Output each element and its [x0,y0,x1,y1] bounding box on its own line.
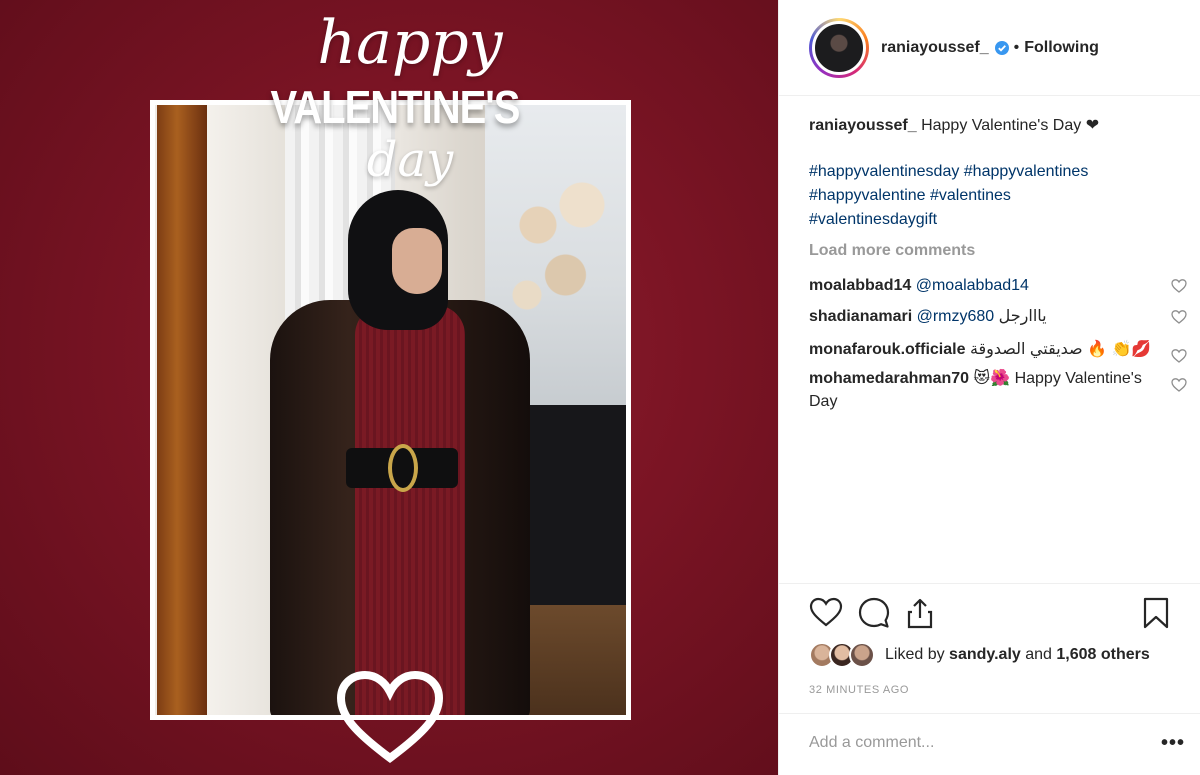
hashtag-line[interactable]: #happyvalentine #valentines [809,184,1189,208]
header-separator: • [1013,38,1020,56]
photo-frame [150,100,631,720]
comment-like-heart-icon[interactable] [1171,309,1187,325]
comment-text: صديقتي الصدوقة 🔥 👏💋 [969,341,1152,358]
hashtag-line[interactable]: #valentinesdaygift [809,208,1189,232]
comments-list: raniayoussef_ Happy Valentine's Day ❤ #h… [809,114,1189,413]
caption-hashtags: #happyvalentinesday #happyvalentines #ha… [809,160,1189,232]
liker-avatars[interactable] [809,642,877,668]
comment-username[interactable]: mohamedarahman70 [809,370,969,387]
red-dress [355,305,465,715]
comment-username[interactable]: moalabbad14 [809,277,911,294]
post-actions-section: Liked by sandy.aly and 1,608 others 32 M… [779,583,1200,696]
woman-figure [260,190,540,715]
post-timestamp[interactable]: 32 MINUTES AGO [809,684,909,696]
comment-mention[interactable]: @moalabbad14 [916,277,1029,294]
action-bar [805,596,1175,632]
comment-item: moalabbad14 @moalabbad14 [809,274,1189,297]
title-valentines: VALENTINE'S [270,82,521,134]
title-day: day [366,132,454,188]
likes-prefix: Liked by [885,646,945,663]
comment-bubble-icon[interactable] [857,596,891,630]
add-comment-bar: Add a comment... ••• [779,713,1200,775]
face [392,228,442,294]
comment-username[interactable]: monafarouk.officiale [809,341,965,358]
avatar[interactable] [812,20,866,75]
comment-username[interactable]: shadianamari [809,308,912,325]
header-username[interactable]: raniayoussef_ [881,39,989,57]
more-options-icon[interactable]: ••• [1161,732,1185,755]
comment-text: يااارجل [998,308,1047,325]
wood-panel [157,105,207,715]
post-caption: raniayoussef_ Happy Valentine's Day ❤ [809,114,1189,137]
likes-others[interactable]: 1,608 others [1056,646,1149,664]
add-comment-input[interactable]: Add a comment... [809,734,934,752]
post-header: raniayoussef_ • Following [779,0,1200,96]
verified-badge-icon [994,40,1009,55]
comment-item: mohamedarahman70 😻🌺 Happy Valentine's Da… [809,367,1189,413]
caption-username[interactable]: raniayoussef_ [809,117,917,134]
story-ring[interactable] [809,17,869,78]
title-happy: happy [317,8,503,78]
comment-item: monafarouk.officiale صديقتي الصدوقة 🔥 👏💋 [809,338,1189,364]
following-button[interactable]: Following [1024,39,1099,57]
likes-summary: Liked by sandy.aly and 1,608 others [809,642,1150,668]
share-icon[interactable] [903,596,937,630]
comment-item: shadianamari @rmzy680 يااارجل [809,305,1189,328]
likes-joiner: and [1025,646,1052,663]
caption-text: Happy Valentine's Day ❤ [921,117,1100,134]
like-heart-icon[interactable] [809,596,843,630]
comment-like-heart-icon[interactable] [1171,278,1187,294]
liker-avatar [849,642,875,668]
heart-frame-icon [336,670,444,763]
comment-like-heart-icon[interactable] [1171,348,1187,364]
likes-user[interactable]: sandy.aly [949,646,1021,664]
post-side-panel: raniayoussef_ • Following raniayoussef_ … [778,0,1200,775]
instagram-post: happy VALENTINE'S day raniayoussef_ • Fo… [0,0,1200,775]
bookmark-icon[interactable] [1139,596,1173,630]
hashtag-line[interactable]: #happyvalentinesday #happyvalentines [809,160,1189,184]
comment-like-heart-icon[interactable] [1171,377,1187,393]
load-more-comments-button[interactable]: Load more comments [809,242,1189,260]
belt-buckle [388,444,418,492]
post-image[interactable]: happy VALENTINE'S day [0,0,778,775]
comment-mention[interactable]: @rmzy680 [917,308,995,325]
